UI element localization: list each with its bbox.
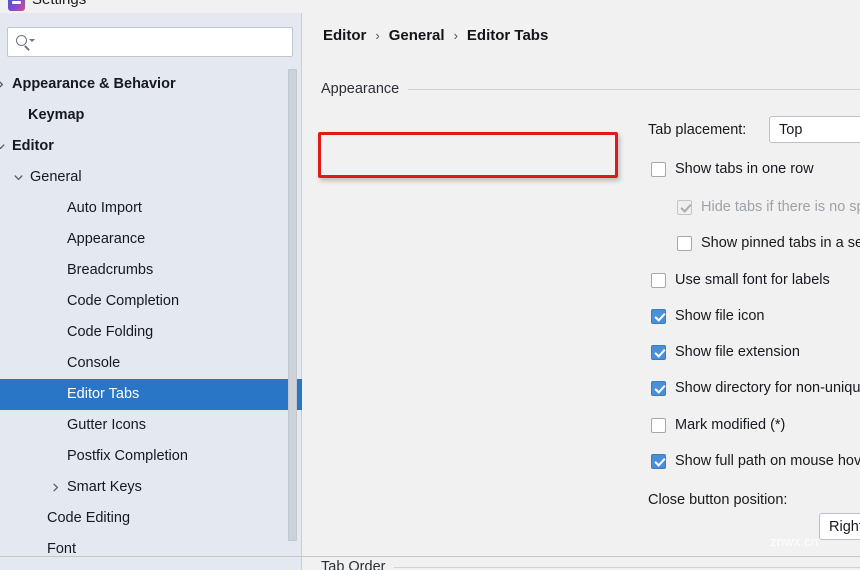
sidebar-item-editor-tabs[interactable]: Editor Tabs	[0, 379, 302, 410]
sidebar-item-postfix-completion[interactable]: Postfix Completion	[0, 441, 302, 472]
settings-sidebar: Appearance & Behavior Keymap Editor General…	[0, 13, 302, 570]
sidebar-item-code-editing[interactable]: Code Editing	[0, 503, 302, 534]
checkbox-input[interactable]	[651, 161, 666, 177]
checkbox-row-mark-modified[interactable]: Mark modified (*)	[651, 417, 785, 433]
sidebar-item-label: Code Editing	[47, 510, 131, 526]
checkbox-input[interactable]	[651, 453, 666, 469]
settings-tree: Appearance & Behavior Keymap Editor General…	[0, 69, 302, 570]
checkbox-row-show-file-icon[interactable]: Show file icon	[651, 308, 764, 324]
title-bar: Settings	[0, 0, 860, 13]
sidebar-item-smart-keys[interactable]: Smart Keys	[0, 472, 302, 503]
sidebar-item-label: Keymap	[28, 107, 85, 123]
tab-placement-select[interactable]: Top	[769, 116, 860, 143]
sidebar-item-label: Code Folding	[67, 324, 154, 340]
sidebar-item-label: Appearance & Behavior	[12, 76, 176, 92]
breadcrumb-item[interactable]: General	[389, 27, 445, 44]
chevron-right-icon[interactable]	[0, 69, 8, 100]
settings-dialog: Settings Appearance & Behavior Keymap Edit…	[0, 0, 860, 570]
checkbox-row-show-full-path-on-mouse-hover[interactable]: Show full path on mouse hover	[651, 453, 860, 469]
checkbox-label: Show file icon	[675, 308, 765, 324]
close-button-position-value: Right	[829, 518, 860, 535]
sidebar-item-label: Auto Import	[67, 200, 142, 216]
checkbox-input[interactable]	[651, 344, 666, 360]
sidebar-item-auto-import[interactable]: Auto Import	[0, 193, 302, 224]
checkbox-row-show-file-extension[interactable]: Show file extension	[651, 344, 800, 360]
sidebar-item-label: Gutter Icons	[67, 417, 146, 433]
sidebar-item-label: General	[30, 169, 82, 185]
search-input[interactable]	[38, 29, 292, 55]
checkbox-label: Show file extension	[675, 344, 800, 360]
sidebar-item-editor[interactable]: Editor	[0, 131, 302, 162]
checkbox-row-show-pinned-tabs-in-a-separate-row[interactable]: Show pinned tabs in a separate row	[677, 235, 860, 251]
section-tab-order: Tab Order	[321, 559, 860, 570]
checkbox-label: Hide tabs if there is no space	[701, 199, 860, 215]
sidebar-item-general[interactable]: General	[0, 162, 302, 193]
checkbox-input	[677, 199, 692, 215]
checkbox-input[interactable]	[677, 235, 692, 251]
sidebar-item-label: Breadcrumbs	[67, 262, 154, 278]
sidebar-scrollbar[interactable]	[288, 69, 297, 541]
breadcrumb-item[interactable]: Editor Tabs	[467, 27, 548, 44]
section-tab-order-label: Tab Order	[321, 559, 386, 570]
checkbox-row-show-directory-for-non-unique-file-names[interactable]: Show directory for non-unique file names	[651, 380, 860, 396]
checkbox-input[interactable]	[651, 417, 666, 433]
section-appearance-label: Appearance	[321, 81, 400, 97]
breadcrumb-separator: ›	[375, 28, 380, 43]
checkbox-row-hide-tabs-if-there-is-no-space: Hide tabs if there is no space	[677, 199, 860, 215]
checkbox-row-show-tabs-in-one-row[interactable]: Show tabs in one row	[651, 161, 814, 177]
search-icon	[12, 28, 38, 56]
sidebar-item-label: Console	[67, 355, 121, 371]
section-appearance: Appearance	[321, 81, 860, 97]
bottom-divider	[0, 556, 860, 557]
breadcrumb-item[interactable]: Editor	[323, 27, 366, 44]
sidebar-item-font[interactable]: Font	[0, 534, 302, 565]
sidebar-item-label: Postfix Completion	[67, 448, 188, 464]
sidebar-item-keymap[interactable]: Keymap	[0, 100, 302, 131]
close-button-position-select[interactable]: Right	[819, 513, 860, 540]
tab-placement-label: Tab placement:	[648, 122, 747, 138]
section-divider	[408, 88, 860, 90]
breadcrumb: Editor › General › Editor Tabs	[323, 27, 548, 44]
sidebar-item-label: Code Completion	[67, 293, 180, 309]
sidebar-item-appearance[interactable]: Appearance	[0, 224, 302, 255]
sidebar-item-label: Editor	[12, 138, 54, 154]
close-button-position-label: Close button position:	[648, 492, 788, 508]
checkbox-label: Show tabs in one row	[675, 161, 814, 177]
checkbox-label: Show pinned tabs in a separate row	[701, 235, 860, 251]
checkbox-input[interactable]	[651, 272, 666, 288]
ide-logo-icon	[8, 0, 25, 11]
chevron-down-icon[interactable]	[0, 131, 8, 162]
sidebar-item-code-completion[interactable]: Code Completion	[0, 286, 302, 317]
checkbox-input[interactable]	[651, 308, 666, 324]
sidebar-item-breadcrumbs[interactable]: Breadcrumbs	[0, 255, 302, 286]
checkbox-row-use-small-font-for-labels[interactable]: Use small font for labels	[651, 272, 830, 288]
checkbox-label: Use small font for labels	[675, 272, 830, 288]
chevron-right-icon[interactable]	[47, 472, 63, 503]
checkbox-input[interactable]	[651, 380, 666, 396]
breadcrumb-separator: ›	[453, 28, 458, 43]
checkbox-label: Show full path on mouse hover	[675, 453, 860, 469]
sidebar-item-label: Smart Keys	[67, 479, 142, 495]
search-box[interactable]	[7, 27, 293, 57]
sidebar-item-label: Editor Tabs	[67, 386, 140, 402]
chevron-down-icon[interactable]	[10, 162, 26, 193]
sidebar-item-console[interactable]: Console	[0, 348, 302, 379]
sidebar-item-label: Appearance	[67, 231, 146, 247]
section-divider	[394, 566, 860, 568]
settings-content: Editor › General › Editor Tabs Appearance Ta…	[303, 13, 860, 570]
checkbox-label: Mark modified (*)	[675, 417, 786, 433]
sidebar-item-appearance-behavior[interactable]: Appearance & Behavior	[0, 69, 302, 100]
window-title: Settings	[32, 0, 86, 8]
tab-placement-value: Top	[779, 121, 803, 138]
sidebar-item-gutter-icons[interactable]: Gutter Icons	[0, 410, 302, 441]
sidebar-item-code-folding[interactable]: Code Folding	[0, 317, 302, 348]
watermark: znwx.cn	[770, 534, 819, 549]
checkbox-label: Show directory for non-unique file names	[675, 380, 860, 396]
sidebar-item-label: Font	[47, 541, 77, 557]
